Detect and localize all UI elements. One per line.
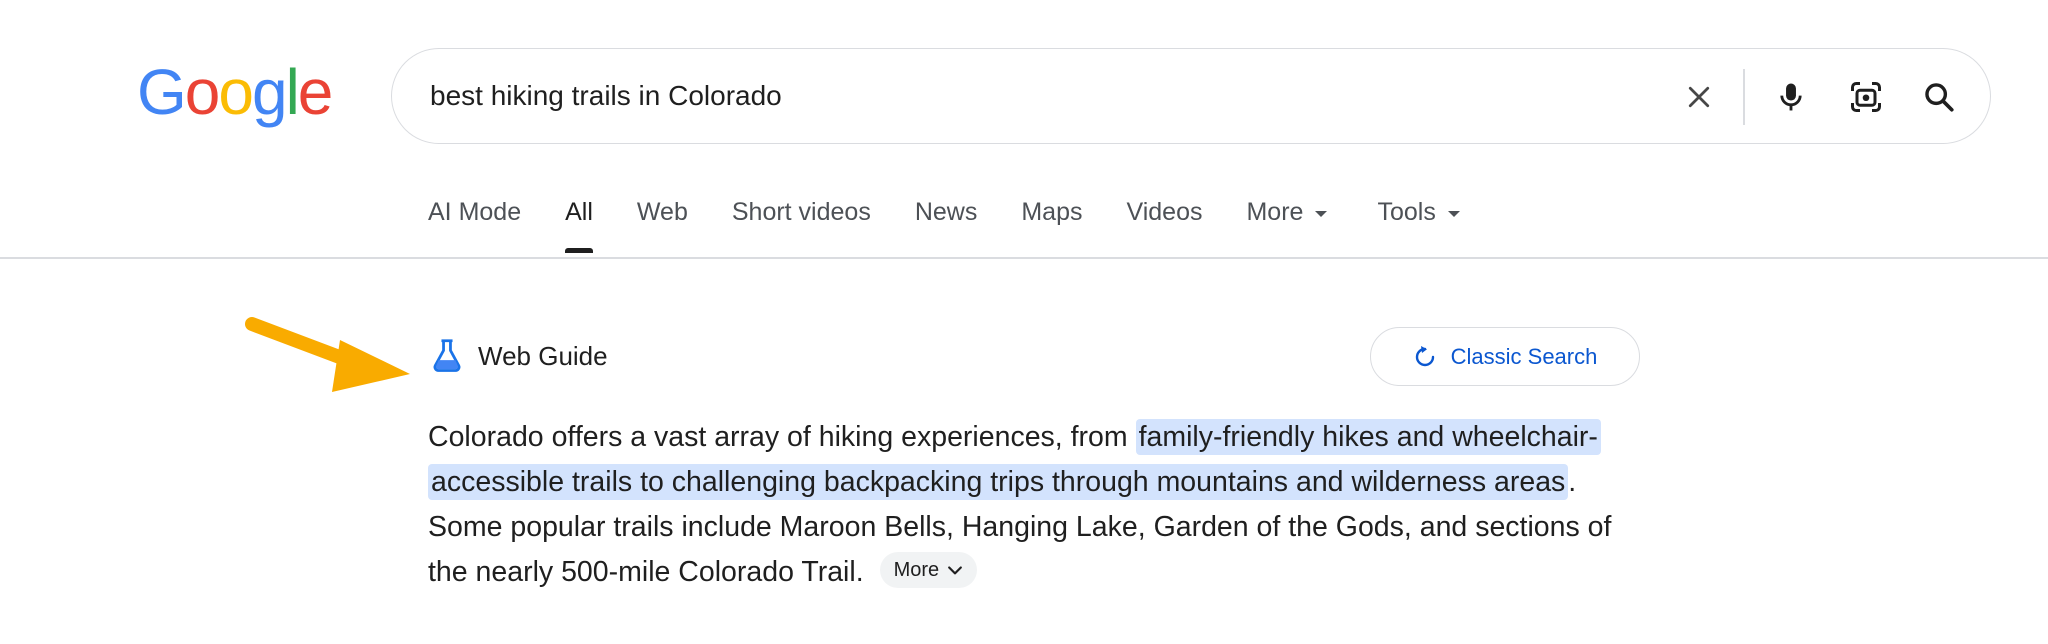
camera-search-icon bbox=[1851, 82, 1881, 112]
logo-letter: g bbox=[251, 56, 288, 128]
tab-label: Videos bbox=[1126, 198, 1203, 226]
image-search-button[interactable] bbox=[1842, 73, 1890, 121]
tab-tools[interactable]: Tools bbox=[1377, 198, 1460, 227]
ai-summary: Colorado offers a vast array of hiking e… bbox=[428, 415, 1658, 595]
chevron-down-icon bbox=[945, 560, 965, 580]
search-icon bbox=[1925, 83, 1954, 112]
search-results-page: G o o g l e best hiking trails in Colora… bbox=[0, 0, 2048, 644]
tab-label: Web bbox=[636, 198, 688, 226]
more-label: More bbox=[893, 558, 940, 581]
tab-label: Tools bbox=[1377, 198, 1436, 226]
logo-letter: o bbox=[218, 56, 254, 128]
tab-maps[interactable]: Maps bbox=[1021, 198, 1082, 227]
clear-button[interactable] bbox=[1675, 73, 1723, 121]
tab-news[interactable]: News bbox=[915, 198, 978, 227]
tab-label: More bbox=[1246, 198, 1304, 226]
classic-search-label: Classic Search bbox=[1450, 343, 1598, 369]
search-input[interactable] bbox=[430, 49, 1630, 143]
caret-down-icon bbox=[1447, 210, 1460, 217]
tab-web[interactable]: Web bbox=[637, 198, 688, 227]
tab-more[interactable]: More bbox=[1246, 198, 1328, 227]
tab-all[interactable]: All bbox=[565, 198, 593, 253]
tab-label: News bbox=[914, 198, 978, 226]
tab-label: All bbox=[565, 198, 593, 226]
tab-label: Maps bbox=[1021, 198, 1083, 226]
microphone-icon bbox=[1780, 83, 1802, 111]
search-box bbox=[391, 48, 1991, 144]
web-guide-text: Web Guide bbox=[478, 340, 608, 371]
tab-label: Short videos bbox=[731, 198, 871, 226]
logo-letter: o bbox=[184, 56, 221, 128]
tab-videos[interactable]: Videos bbox=[1126, 198, 1202, 227]
search-tabs: AI Mode All Web Short videos News Maps V… bbox=[428, 198, 1504, 258]
summary-text: Colorado offers a vast array of hiking e… bbox=[428, 421, 1136, 453]
tab-ai-mode[interactable]: AI Mode bbox=[428, 198, 521, 227]
tab-label: AI Mode bbox=[428, 198, 522, 226]
more-button[interactable]: More bbox=[879, 552, 978, 589]
search-button[interactable] bbox=[1915, 73, 1963, 121]
flask-icon bbox=[430, 338, 464, 374]
tab-short-videos[interactable]: Short videos bbox=[732, 198, 871, 227]
arrow-annotation bbox=[245, 317, 410, 392]
logo-letter: l bbox=[285, 56, 300, 128]
logo-letter: e bbox=[297, 56, 334, 128]
google-logo[interactable]: G o o g l e bbox=[137, 56, 334, 128]
web-guide-label: Web Guide bbox=[430, 338, 608, 374]
logo-letter: G bbox=[137, 56, 187, 128]
caret-down-icon bbox=[1315, 210, 1328, 217]
voice-search-button[interactable] bbox=[1767, 73, 1815, 121]
classic-search-button[interactable]: Classic Search bbox=[1370, 327, 1640, 386]
header-divider bbox=[0, 257, 2048, 259]
refresh-icon bbox=[1413, 345, 1437, 369]
search-divider bbox=[1743, 69, 1745, 125]
close-icon bbox=[1688, 86, 1710, 108]
